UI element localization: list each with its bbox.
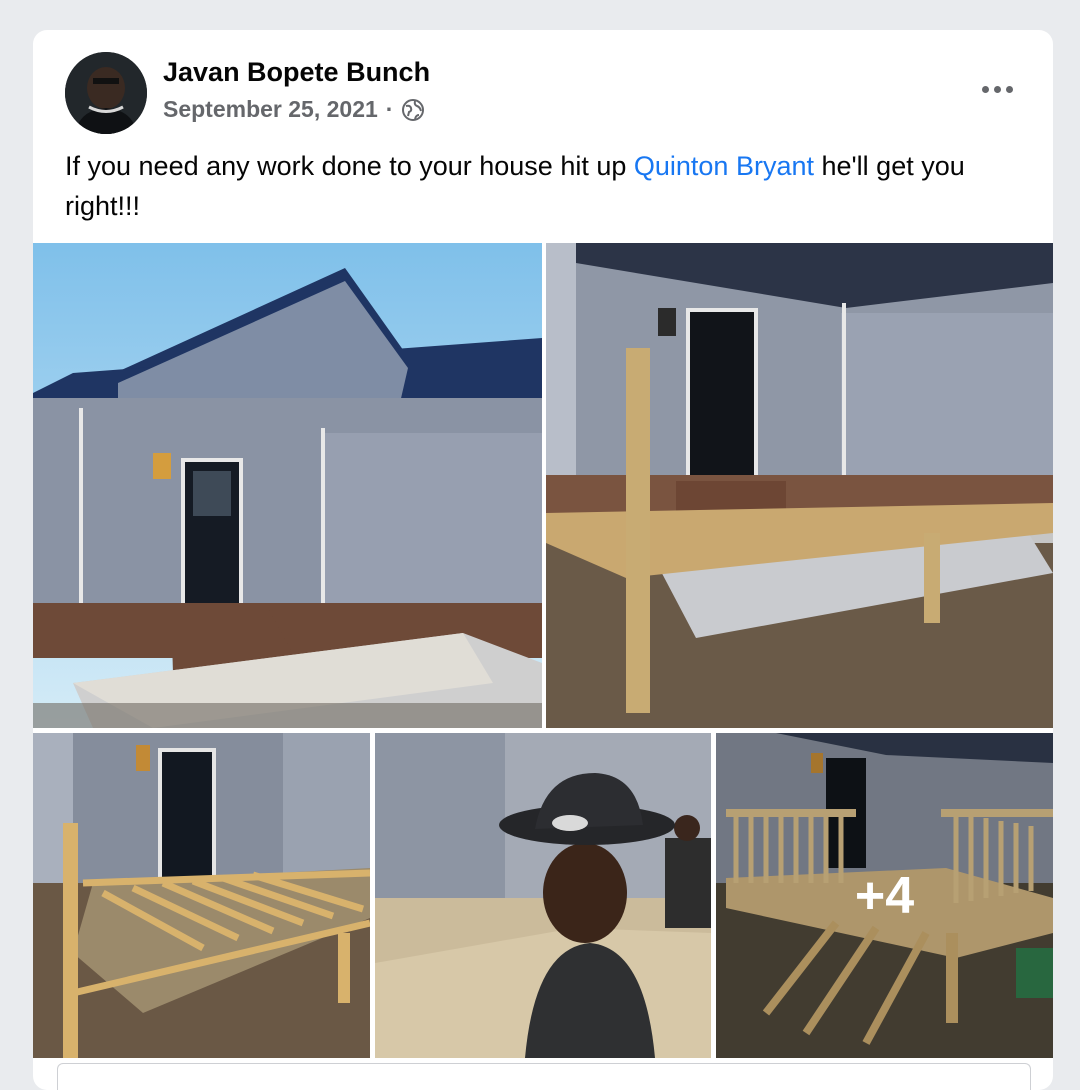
photo-porch-frame <box>546 243 1053 728</box>
photo-selfie <box>375 733 711 1058</box>
avatar-image <box>65 52 147 134</box>
more-options-button[interactable] <box>973 72 1021 106</box>
mention-link[interactable]: Quinton Bryant <box>634 151 814 181</box>
author-avatar[interactable] <box>65 52 147 134</box>
more-dot-icon <box>993 85 1001 93</box>
post-card: Javan Bopete Bunch September 25, 2021 · … <box>33 30 1053 1090</box>
post-date[interactable]: September 25, 2021 <box>163 96 378 123</box>
photo-house-patio <box>33 243 542 728</box>
photo-3[interactable] <box>33 733 370 1058</box>
post-text-before: If you need any work done to your house … <box>65 151 634 181</box>
meta-separator: · <box>385 96 394 122</box>
post-text: If you need any work done to your house … <box>65 146 1025 226</box>
post-footer-divider <box>57 1063 1031 1090</box>
post-header: Javan Bopete Bunch September 25, 2021 · … <box>33 30 1053 221</box>
post-meta: September 25, 2021 · <box>163 96 425 123</box>
photo-2[interactable] <box>546 243 1053 728</box>
more-dot-icon <box>981 85 989 93</box>
globe-icon[interactable] <box>401 98 425 122</box>
more-dot-icon <box>1005 85 1013 93</box>
photo-4[interactable] <box>375 733 711 1058</box>
more-photos-count: +4 <box>716 733 1053 1058</box>
photo-5-more[interactable]: +4 <box>716 733 1053 1058</box>
author-name[interactable]: Javan Bopete Bunch <box>163 57 430 88</box>
photo-1[interactable] <box>33 243 542 728</box>
photo-deck-joists <box>33 733 370 1058</box>
